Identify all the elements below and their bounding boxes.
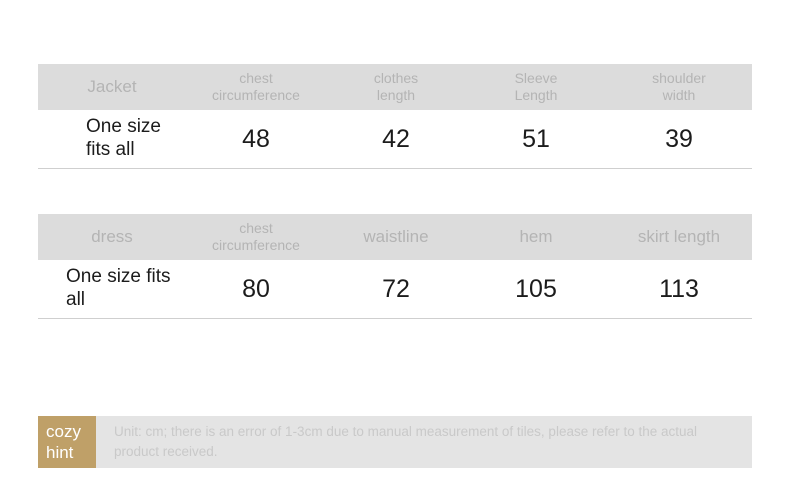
size-chart-page: Jacket chest circumference clothes lengt… [0, 0, 790, 502]
column-header-waistline: waistline [363, 227, 429, 247]
cell-size-label: One size fits all [86, 116, 161, 160]
cell-shoulder-width: 39 [665, 124, 693, 153]
column-header-line-2: circumference [212, 237, 300, 253]
column-header-line-1: clothes [373, 70, 419, 87]
cell-chest-circumference: 80 [242, 274, 270, 303]
table-row: One size fits all 80 72 105 113 [38, 260, 752, 319]
column-header-shoulder-width: shoulder width [606, 70, 752, 103]
column-header-line-1: Sleeve [514, 70, 558, 87]
column-header-hem: hem [519, 227, 553, 247]
cell-clothes-length: 42 [382, 124, 410, 153]
column-header-skirt-length: skirt length [637, 227, 721, 247]
column-header-line-2: width [662, 87, 696, 103]
size-table-dress: dress chest circumference waistline hem … [38, 214, 752, 319]
cozy-hint-badge: cozy hint [38, 416, 96, 468]
cell-waistline: 72 [382, 274, 410, 303]
table-row: One size fits all 48 42 51 39 [38, 110, 752, 169]
cell-chest-circumference: 48 [242, 124, 270, 153]
cell-hem: 105 [515, 274, 557, 303]
cozy-hint-band: cozy hint Unit: cm; there is an error of… [38, 416, 752, 468]
column-header-dress: dress [91, 227, 133, 247]
table-header-row: Jacket chest circumference clothes lengt… [38, 64, 752, 110]
column-header-line-1: chest [239, 220, 273, 237]
column-header-clothes-length: clothes length [326, 70, 466, 103]
cozy-hint-badge-line-1: cozy [46, 421, 81, 441]
column-header-jacket: Jacket [87, 77, 137, 97]
cell-sleeve-length: 51 [522, 124, 550, 153]
column-header-chest-circumference: chest circumference [186, 70, 326, 103]
column-header-line-1: shoulder [652, 70, 706, 87]
cell-size-label: One size fits all [66, 266, 171, 310]
cozy-hint-text: Unit: cm; there is an error of 1-3cm due… [114, 423, 698, 459]
column-header-sleeve-length: Sleeve Length [466, 70, 606, 103]
column-header-line-2: length [376, 87, 416, 103]
column-header-line-2: circumference [212, 87, 300, 103]
cozy-hint-badge-line-2: hint [46, 443, 74, 462]
cell-skirt-length: 113 [659, 274, 699, 303]
table-header-row: dress chest circumference waistline hem … [38, 214, 752, 260]
column-header-line-2: Length [514, 87, 558, 103]
column-header-line-1: chest [239, 70, 273, 87]
column-header-chest-circumference: chest circumference [186, 220, 326, 253]
size-table-jacket: Jacket chest circumference clothes lengt… [38, 64, 752, 169]
